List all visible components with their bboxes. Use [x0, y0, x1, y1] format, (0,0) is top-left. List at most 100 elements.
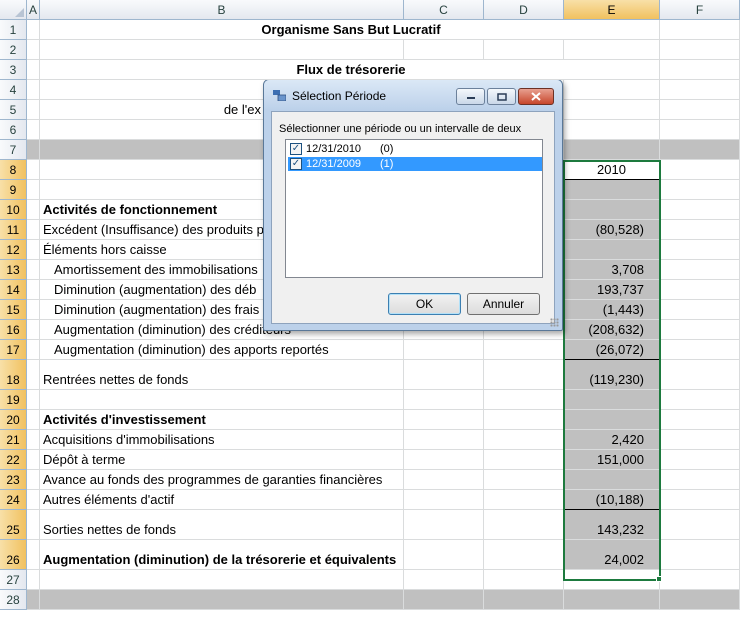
minimize-button[interactable]: [456, 88, 485, 105]
cell-f27[interactable]: [660, 570, 740, 590]
row-header-12[interactable]: 12: [0, 240, 27, 260]
cell-c28[interactable]: [404, 590, 484, 610]
cell-a10[interactable]: [27, 200, 40, 220]
cell-e27[interactable]: [564, 570, 660, 590]
cell-a25[interactable]: [27, 510, 40, 540]
row-header-22[interactable]: 22: [0, 450, 27, 470]
row-header-8[interactable]: 8: [0, 160, 27, 180]
row-header-4[interactable]: 4: [0, 80, 27, 100]
cell-e14[interactable]: 193,737: [564, 280, 660, 300]
cell-c21[interactable]: [404, 430, 484, 450]
cell-f4[interactable]: [660, 80, 740, 100]
row-header-21[interactable]: 21: [0, 430, 27, 450]
ok-button[interactable]: OK: [388, 293, 461, 315]
cell-e22[interactable]: 151,000: [564, 450, 660, 470]
row-header-19[interactable]: 19: [0, 390, 27, 410]
cell-f5[interactable]: [660, 100, 740, 120]
row-header-23[interactable]: 23: [0, 470, 27, 490]
cell-d24[interactable]: [484, 490, 564, 510]
row-header-9[interactable]: 9: [0, 180, 27, 200]
cell-f12[interactable]: [660, 240, 740, 260]
cell-e26[interactable]: 24,002: [564, 540, 660, 570]
row-header-1[interactable]: 1: [0, 20, 27, 40]
cell-f14[interactable]: [660, 280, 740, 300]
cell-f25[interactable]: [660, 510, 740, 540]
cell-a23[interactable]: [27, 470, 40, 490]
cell-d23[interactable]: [484, 470, 564, 490]
cell-e21[interactable]: 2,420: [564, 430, 660, 450]
cell-a18[interactable]: [27, 360, 40, 390]
cell-d18[interactable]: [484, 360, 564, 390]
cell-b24[interactable]: Autres éléments d'actif: [40, 490, 404, 510]
cell-e17[interactable]: (26,072): [564, 340, 660, 360]
column-header-f[interactable]: F: [660, 0, 740, 20]
cell-d27[interactable]: [484, 570, 564, 590]
period-list-item[interactable]: ✓ 12/31/2010 (0): [288, 142, 542, 156]
cell-f3[interactable]: [660, 60, 740, 80]
row-header-18[interactable]: 18: [0, 360, 27, 390]
cell-b21[interactable]: Acquisitions d'immobilisations: [40, 430, 404, 450]
row-header-16[interactable]: 16: [0, 320, 27, 340]
cell-b1[interactable]: Organisme Sans But Lucratif: [40, 20, 660, 40]
cell-d26[interactable]: [484, 540, 564, 570]
cell-f24[interactable]: [660, 490, 740, 510]
cell-b5[interactable]: de l'ex: [40, 100, 264, 120]
row-header-5[interactable]: 5: [0, 100, 27, 120]
cell-e2[interactable]: [564, 40, 660, 60]
cell-a16[interactable]: [27, 320, 40, 340]
cell-a14[interactable]: [27, 280, 40, 300]
cell-a1[interactable]: [27, 20, 40, 40]
select-all-corner[interactable]: [0, 0, 27, 20]
cell-a24[interactable]: [27, 490, 40, 510]
cell-e20[interactable]: [564, 410, 660, 430]
cell-a19[interactable]: [27, 390, 40, 410]
cell-a7[interactable]: [27, 140, 40, 160]
column-header-d[interactable]: D: [484, 0, 564, 20]
cell-a3[interactable]: [27, 60, 40, 80]
cell-c22[interactable]: [404, 450, 484, 470]
cell-f10[interactable]: [660, 200, 740, 220]
cell-f23[interactable]: [660, 470, 740, 490]
cell-a5[interactable]: [27, 100, 40, 120]
cell-a6[interactable]: [27, 120, 40, 140]
cell-f22[interactable]: [660, 450, 740, 470]
column-header-c[interactable]: C: [404, 0, 484, 20]
dialog-title-bar[interactable]: Sélection Période: [264, 80, 562, 110]
cell-c18[interactable]: [404, 360, 484, 390]
row-header-28[interactable]: 28: [0, 590, 27, 610]
cell-f8[interactable]: [660, 160, 740, 180]
cell-f7[interactable]: [660, 140, 740, 160]
row-header-20[interactable]: 20: [0, 410, 27, 430]
row-header-24[interactable]: 24: [0, 490, 27, 510]
cell-e15[interactable]: (1,443): [564, 300, 660, 320]
cell-e25[interactable]: 143,232: [564, 510, 660, 540]
cell-e16[interactable]: (208,632): [564, 320, 660, 340]
cell-e5[interactable]: [564, 100, 660, 120]
cell-a22[interactable]: [27, 450, 40, 470]
cell-e12[interactable]: [564, 240, 660, 260]
cell-c19[interactable]: [404, 390, 484, 410]
cell-b25[interactable]: Sorties nettes de fonds: [40, 510, 404, 540]
cell-f28[interactable]: [660, 590, 740, 610]
cell-a2[interactable]: [27, 40, 40, 60]
cell-f2[interactable]: [660, 40, 740, 60]
cell-a8[interactable]: [27, 160, 40, 180]
cell-f13[interactable]: [660, 260, 740, 280]
row-header-15[interactable]: 15: [0, 300, 27, 320]
cell-f18[interactable]: [660, 360, 740, 390]
cell-f1[interactable]: [660, 20, 740, 40]
cell-d21[interactable]: [484, 430, 564, 450]
cell-a21[interactable]: [27, 430, 40, 450]
row-header-25[interactable]: 25: [0, 510, 27, 540]
cell-e7[interactable]: [564, 140, 660, 160]
cell-d25[interactable]: [484, 510, 564, 540]
cell-e9[interactable]: [564, 180, 660, 200]
row-header-11[interactable]: 11: [0, 220, 27, 240]
period-list-item[interactable]: ✓ 12/31/2009 (1): [288, 157, 542, 171]
checkbox-icon[interactable]: ✓: [290, 143, 302, 155]
cell-c26[interactable]: [404, 540, 484, 570]
cell-f17[interactable]: [660, 340, 740, 360]
fill-handle[interactable]: [656, 576, 662, 582]
row-header-7[interactable]: 7: [0, 140, 27, 160]
cell-a9[interactable]: [27, 180, 40, 200]
